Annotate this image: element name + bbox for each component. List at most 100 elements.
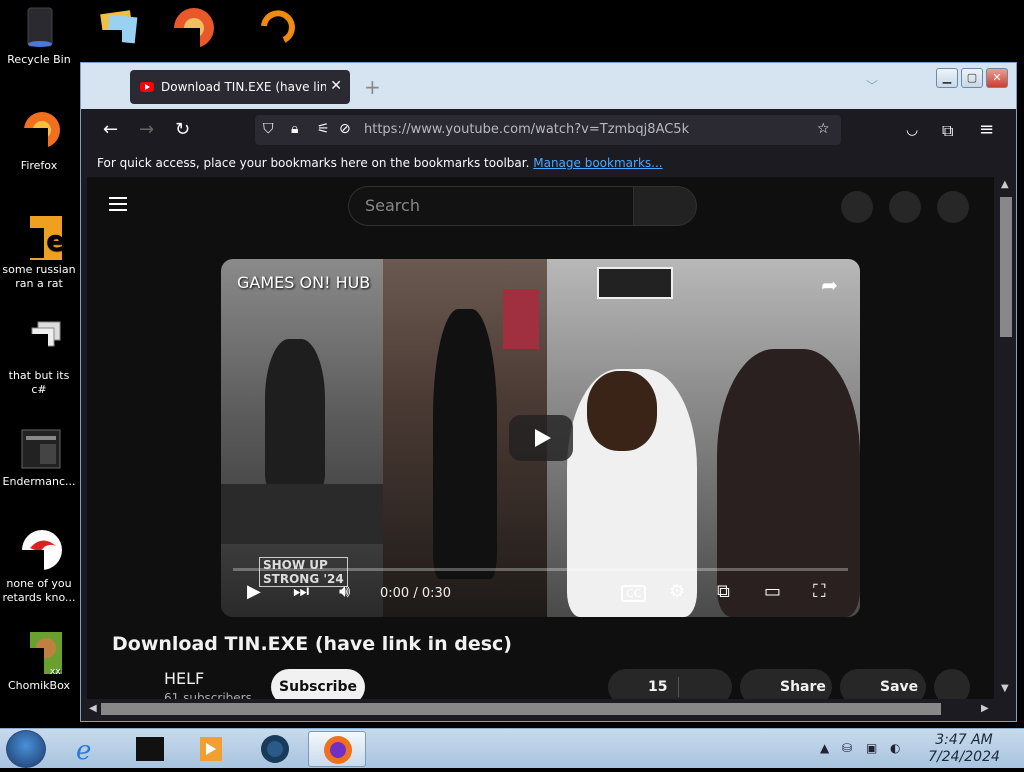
volume-icon[interactable]: 🔊︎ (339, 581, 350, 602)
desktop-icon-firefox[interactable]: Firefox (0, 110, 78, 173)
subscriber-count: 61 subscribers (164, 691, 252, 699)
window-app-icon (16, 426, 62, 472)
share-button[interactable]: Share (740, 669, 832, 699)
desktop-icon-recycle-bin[interactable]: Recycle Bin (0, 4, 78, 67)
sticky-notes-icon[interactable] (98, 6, 146, 52)
extensions-icon[interactable]: ⧉ (942, 121, 953, 141)
progress-bar[interactable] (233, 568, 848, 571)
pocket-icon[interactable]: ◡ (906, 122, 918, 138)
menu-icon[interactable]: ≡ (979, 119, 994, 140)
taskbar-app-black[interactable] (120, 731, 178, 767)
start-button[interactable] (6, 730, 46, 768)
guide-menu-icon[interactable] (109, 197, 127, 215)
channel-name[interactable]: HELF (164, 669, 204, 688)
clock[interactable]: 3:47 AM 7/24/2024 (918, 732, 1010, 766)
window-titlebar[interactable]: Download TIN.EXE (have link in desc) ✕ +… (81, 63, 1016, 109)
scroll-down-icon[interactable]: ▼ (1001, 683, 1009, 694)
close-window-button[interactable]: ✕ (986, 68, 1008, 88)
forward-icon[interactable]: → (139, 119, 154, 140)
video-player[interactable]: GAMES ON! HUB ➦ SHOW UP STRONG '24 ▶ ⏭ 🔊︎… (221, 259, 860, 617)
scroll-left-icon[interactable]: ◀ (89, 703, 97, 714)
like-button[interactable]: 15 (608, 669, 732, 699)
show-hidden-icons-icon[interactable]: ▲ (820, 741, 829, 755)
subscribe-button[interactable]: Subscribe (271, 669, 365, 699)
internet-explorer-icon: e (76, 736, 91, 766)
settings-gear-icon[interactable]: ⚙ (669, 581, 685, 602)
fullscreen-icon[interactable]: ⛶ (813, 581, 826, 602)
lock-icon[interactable]: 🔒︎ (291, 121, 298, 137)
more-actions-button[interactable] (934, 669, 970, 699)
desktop-icon-label: ChomikBox (8, 679, 70, 692)
firefox-dev-icon[interactable] (170, 6, 218, 52)
desktop-icon-some-russian[interactable]: e some russian ran a rat (0, 214, 78, 291)
next-icon[interactable]: ⏭ (293, 581, 309, 602)
network-icon[interactable]: ⛁ (842, 741, 852, 755)
svg-text:e: e (46, 224, 62, 257)
taskbar-globe[interactable] (246, 731, 304, 767)
desktop-icon-label: some russian ran a rat (2, 263, 76, 290)
desktop-icon-label: Firefox (20, 159, 58, 172)
list-all-tabs-icon[interactable]: ﹀ (866, 77, 878, 94)
orange-arc-icon[interactable] (254, 6, 302, 52)
avatar[interactable] (937, 191, 969, 223)
video-frame-figure (265, 339, 325, 489)
play-icon[interactable]: ▶ (247, 581, 261, 602)
taskbar-firefox[interactable] (308, 731, 366, 767)
clock-date: 7/24/2024 (928, 749, 1000, 765)
scroll-thumb[interactable] (101, 703, 941, 715)
vertical-scrollbar[interactable]: ▲ ▼ (994, 177, 1016, 699)
scroll-up-icon[interactable]: ▲ (1001, 179, 1009, 190)
bookmark-star-icon[interactable]: ☆ (817, 121, 830, 137)
desktop-icon-label: that but its c# (8, 369, 70, 396)
taskbar-internet-explorer[interactable]: e (60, 731, 118, 767)
video-overlay-title: GAMES ON! HUB (237, 273, 371, 292)
video-frame-panel (547, 259, 860, 617)
java-app-icon: e (16, 214, 65, 260)
desktop-icon-label: none of you retards kno... (2, 577, 76, 604)
tab-title: Download TIN.EXE (have link in desc) (161, 80, 326, 94)
volume-tray-icon[interactable]: ◐ (890, 741, 900, 755)
manage-bookmarks-link[interactable]: Manage bookmarks... (533, 156, 662, 170)
navigation-toolbar: ← → ↻ ⛉ 🔒︎ ⚟ ⊘ https://www.youtube.com/w… (87, 109, 1016, 151)
desktop: Recycle Bin Firefox e some russian ran a… (0, 0, 1024, 728)
maximize-button[interactable]: ▢ (961, 68, 983, 88)
captions-icon[interactable]: CC (621, 585, 647, 602)
shield-icon[interactable]: ⛉ (263, 121, 274, 137)
hamster-icon: xx (16, 630, 62, 677)
scroll-right-icon[interactable]: ▶ (981, 703, 989, 714)
desktop-icon-endermanch[interactable]: Endermanc... (0, 426, 78, 489)
new-tab-button[interactable]: + (364, 75, 381, 99)
search-button[interactable] (633, 186, 697, 226)
desktop-icon-that-but-its[interactable]: that but its c# (0, 320, 78, 397)
recycle-bin-icon (16, 4, 62, 50)
theater-mode-icon[interactable]: ▭ (764, 581, 781, 602)
video-frame-face (587, 371, 657, 451)
tab-youtube[interactable]: Download TIN.EXE (have link in desc) ✕ (130, 70, 350, 104)
autoplay-blocked-icon[interactable]: ⊘ (339, 121, 351, 137)
header-button-placeholder[interactable] (841, 191, 873, 223)
share-icon[interactable]: ➦ (821, 273, 838, 297)
permissions-icon[interactable]: ⚟ (317, 121, 330, 137)
reload-icon[interactable]: ↻ (175, 119, 190, 140)
back-icon[interactable]: ← (103, 119, 118, 140)
miniplayer-icon[interactable]: ⧉ (717, 581, 730, 602)
search-input[interactable]: Search (348, 186, 634, 226)
desktop-icon-none-of-you[interactable]: none of you retards kno... (0, 528, 78, 605)
header-button-placeholder[interactable] (889, 191, 921, 223)
scroll-thumb[interactable] (1000, 197, 1012, 337)
svg-text:xx: xx (50, 667, 61, 676)
youtube-favicon-icon (140, 82, 154, 92)
url-bar[interactable]: ⛉ 🔒︎ ⚟ ⊘ https://www.youtube.com/watch?v… (255, 115, 841, 145)
monitor-icon[interactable]: ▣ (866, 741, 877, 755)
firefox-window: Download TIN.EXE (have link in desc) ✕ +… (80, 62, 1017, 722)
bookmarks-hint: For quick access, place your bookmarks h… (97, 156, 530, 170)
video-frame-street-sign (597, 267, 673, 299)
tab-close-icon[interactable]: ✕ (330, 78, 342, 94)
taskbar-media-player[interactable] (182, 731, 240, 767)
desktop-icon-chomikbox[interactable]: xx ChomikBox (0, 630, 78, 693)
like-divider (678, 677, 679, 697)
horizontal-scrollbar[interactable]: ◀ ▶ (87, 699, 994, 719)
minimize-button[interactable]: ▁ (936, 68, 958, 88)
large-play-button[interactable] (509, 415, 573, 461)
save-button[interactable]: Save (840, 669, 926, 699)
